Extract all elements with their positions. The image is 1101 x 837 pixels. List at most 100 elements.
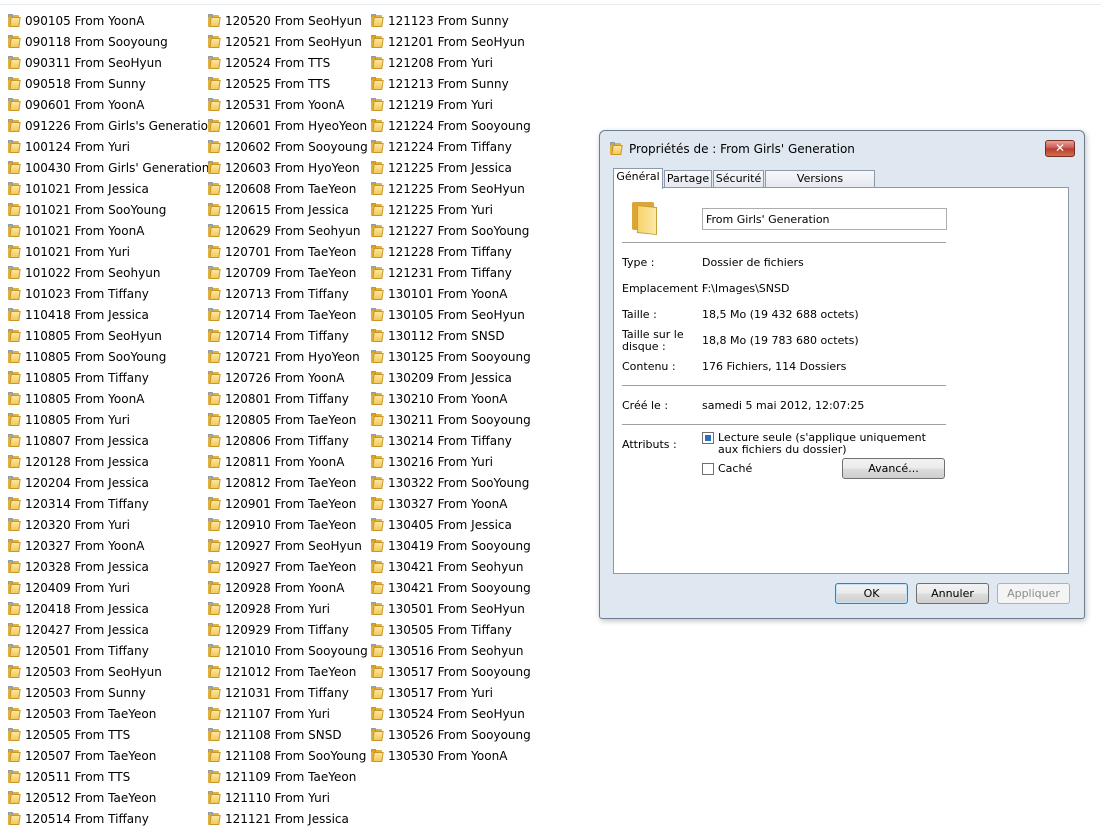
folder-item[interactable]: 120801 From Tiffany bbox=[208, 388, 368, 409]
folder-item[interactable]: 120524 From TTS bbox=[208, 52, 368, 73]
folder-item[interactable]: 121107 From Yuri bbox=[208, 703, 368, 724]
folder-item[interactable]: 130209 From Jessica bbox=[371, 367, 531, 388]
folder-item[interactable]: 120812 From TaeYeon bbox=[208, 472, 368, 493]
folder-item[interactable]: 130517 From Yuri bbox=[371, 682, 531, 703]
folder-item[interactable]: 120608 From TaeYeon bbox=[208, 178, 368, 199]
folder-item[interactable]: 120805 From TaeYeon bbox=[208, 409, 368, 430]
folder-item[interactable]: 130419 From Sooyoung bbox=[371, 535, 531, 556]
folder-item[interactable]: 120714 From Tiffany bbox=[208, 325, 368, 346]
hidden-checkbox[interactable] bbox=[702, 463, 714, 475]
folder-item[interactable]: 121224 From Sooyoung bbox=[371, 115, 531, 136]
folder-item[interactable]: 120927 From SeoHyun bbox=[208, 535, 368, 556]
folder-item[interactable]: 101022 From Seohyun bbox=[8, 262, 216, 283]
folder-item[interactable]: 121012 From TaeYeon bbox=[208, 661, 368, 682]
readonly-label[interactable]: Lecture seule (s'applique uniquement aux… bbox=[718, 432, 944, 456]
tab-security[interactable]: Sécurité bbox=[713, 170, 764, 188]
folder-item[interactable]: 121213 From Sunny bbox=[371, 73, 531, 94]
folder-item[interactable]: 120531 From YoonA bbox=[208, 94, 368, 115]
folder-item[interactable]: 120327 From YoonA bbox=[8, 535, 216, 556]
folder-item[interactable]: 091226 From Girls's Generation bbox=[8, 115, 216, 136]
folder-item[interactable]: 121031 From Tiffany bbox=[208, 682, 368, 703]
folder-item[interactable]: 120503 From Sunny bbox=[8, 682, 216, 703]
folder-item[interactable]: 110805 From Tiffany bbox=[8, 367, 216, 388]
folder-item[interactable]: 121123 From Sunny bbox=[371, 10, 531, 31]
tab-previous-versions[interactable]: Versions précédentes bbox=[765, 170, 875, 201]
folder-item[interactable]: 120507 From TaeYeon bbox=[8, 745, 216, 766]
folder-item[interactable]: 130101 From YoonA bbox=[371, 283, 531, 304]
folder-item[interactable]: 130210 From YoonA bbox=[371, 388, 531, 409]
folder-item[interactable]: 130421 From Sooyoung bbox=[371, 577, 531, 598]
folder-item[interactable]: 120320 From Yuri bbox=[8, 514, 216, 535]
folder-item[interactable]: 130112 From SNSD bbox=[371, 325, 531, 346]
apply-button[interactable]: Appliquer bbox=[997, 583, 1070, 604]
folder-item[interactable]: 130214 From Tiffany bbox=[371, 430, 531, 451]
folder-item[interactable]: 120927 From TaeYeon bbox=[208, 556, 368, 577]
folder-item[interactable]: 130405 From Jessica bbox=[371, 514, 531, 535]
folder-item[interactable]: 120418 From Jessica bbox=[8, 598, 216, 619]
folder-item[interactable]: 120806 From Tiffany bbox=[208, 430, 368, 451]
folder-item[interactable]: 120811 From YoonA bbox=[208, 451, 368, 472]
folder-item[interactable]: 120726 From YoonA bbox=[208, 367, 368, 388]
folder-item[interactable]: 130516 From Seohyun bbox=[371, 640, 531, 661]
folder-item[interactable]: 090118 From Sooyoung bbox=[8, 31, 216, 52]
folder-item[interactable]: 110805 From SeoHyun bbox=[8, 325, 216, 346]
folder-item[interactable]: 121109 From TaeYeon bbox=[208, 766, 368, 787]
folder-item[interactable]: 120503 From SeoHyun bbox=[8, 661, 216, 682]
folder-item[interactable]: 120525 From TTS bbox=[208, 73, 368, 94]
folder-item[interactable]: 121208 From Yuri bbox=[371, 52, 531, 73]
folder-item[interactable]: 121010 From Sooyoung bbox=[208, 640, 368, 661]
folder-item[interactable]: 120713 From Tiffany bbox=[208, 283, 368, 304]
folder-item[interactable]: 130327 From YoonA bbox=[371, 493, 531, 514]
folder-item[interactable]: 120427 From Jessica bbox=[8, 619, 216, 640]
folder-item[interactable]: 130322 From SooYoung bbox=[371, 472, 531, 493]
folder-item[interactable]: 120521 From SeoHyun bbox=[208, 31, 368, 52]
folder-item[interactable]: 101021 From SooYoung bbox=[8, 199, 216, 220]
folder-item[interactable]: 120314 From Tiffany bbox=[8, 493, 216, 514]
folder-item[interactable]: 130421 From Seohyun bbox=[371, 556, 531, 577]
folder-item[interactable]: 090105 From YoonA bbox=[8, 10, 216, 31]
folder-item[interactable]: 130216 From Yuri bbox=[371, 451, 531, 472]
tab-general[interactable]: Général bbox=[613, 168, 663, 189]
folder-item[interactable]: 110805 From Yuri bbox=[8, 409, 216, 430]
folder-item[interactable]: 130526 From Sooyoung bbox=[371, 724, 531, 745]
folder-item[interactable]: 120514 From Tiffany bbox=[8, 808, 216, 829]
advanced-button[interactable]: Avancé... bbox=[842, 458, 945, 479]
folder-item[interactable]: 120512 From TaeYeon bbox=[8, 787, 216, 808]
folder-item[interactable]: 090518 From Sunny bbox=[8, 73, 216, 94]
folder-item[interactable]: 090601 From YoonA bbox=[8, 94, 216, 115]
folder-item[interactable]: 120603 From HyoYeon bbox=[208, 157, 368, 178]
folder-item[interactable]: 130530 From YoonA bbox=[371, 745, 531, 766]
folder-item[interactable]: 120701 From TaeYeon bbox=[208, 241, 368, 262]
folder-item[interactable]: 120520 From SeoHyun bbox=[208, 10, 368, 31]
folder-item[interactable]: 121225 From Yuri bbox=[371, 199, 531, 220]
folder-item[interactable]: 101021 From YoonA bbox=[8, 220, 216, 241]
folder-item[interactable]: 120901 From TaeYeon bbox=[208, 493, 368, 514]
dialog-titlebar[interactable]: Propriétés de : From Girls' Generation ✕ bbox=[600, 131, 1084, 165]
folder-item[interactable]: 121108 From SNSD bbox=[208, 724, 368, 745]
folder-item[interactable]: 120615 From Jessica bbox=[208, 199, 368, 220]
folder-item[interactable]: 120601 From HyeoYeon bbox=[208, 115, 368, 136]
folder-item[interactable]: 120709 From TaeYeon bbox=[208, 262, 368, 283]
folder-item[interactable]: 120910 From TaeYeon bbox=[208, 514, 368, 535]
folder-item[interactable]: 120721 From HyoYeon bbox=[208, 346, 368, 367]
close-button[interactable]: ✕ bbox=[1045, 140, 1075, 157]
folder-item[interactable]: 110807 From Jessica bbox=[8, 430, 216, 451]
folder-item[interactable]: 130517 From Sooyoung bbox=[371, 661, 531, 682]
hidden-label[interactable]: Caché bbox=[718, 463, 752, 475]
folder-item[interactable]: 130524 From SeoHyun bbox=[371, 703, 531, 724]
folder-item[interactable]: 120714 From TaeYeon bbox=[208, 304, 368, 325]
tab-sharing[interactable]: Partage bbox=[664, 170, 712, 188]
folder-item[interactable]: 121224 From Tiffany bbox=[371, 136, 531, 157]
folder-item[interactable]: 090311 From SeoHyun bbox=[8, 52, 216, 73]
folder-item[interactable]: 121227 From SooYoung bbox=[371, 220, 531, 241]
folder-item[interactable]: 100430 From Girls' Generation bbox=[8, 157, 216, 178]
folder-item[interactable]: 121231 From Tiffany bbox=[371, 262, 531, 283]
folder-item[interactable]: 120503 From TaeYeon bbox=[8, 703, 216, 724]
folder-item[interactable]: 121219 From Yuri bbox=[371, 94, 531, 115]
folder-item[interactable]: 110418 From Jessica bbox=[8, 304, 216, 325]
folder-item[interactable]: 130505 From Tiffany bbox=[371, 619, 531, 640]
folder-item[interactable]: 100124 From Yuri bbox=[8, 136, 216, 157]
folder-item[interactable]: 120511 From TTS bbox=[8, 766, 216, 787]
folder-item[interactable]: 120629 From Seohyun bbox=[208, 220, 368, 241]
folder-item[interactable]: 121201 From SeoHyun bbox=[371, 31, 531, 52]
